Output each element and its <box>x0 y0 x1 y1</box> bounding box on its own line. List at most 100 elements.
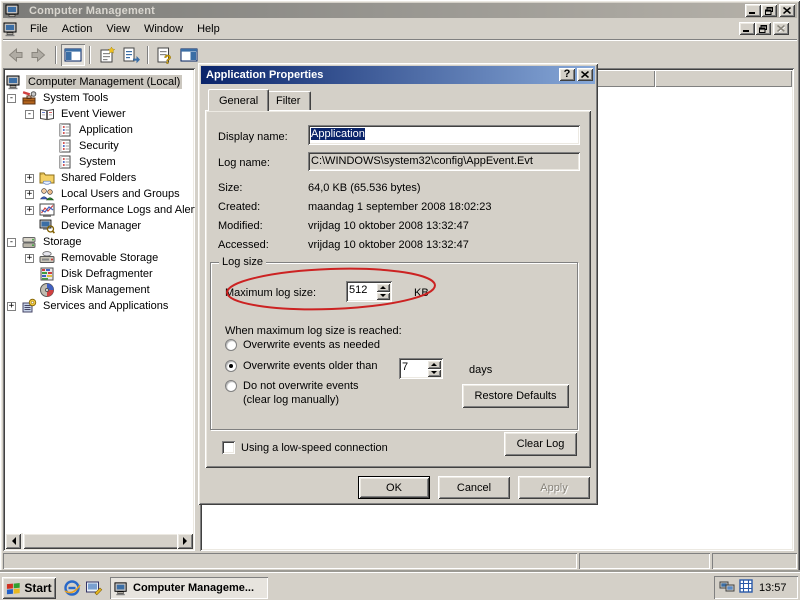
tree-item-label: Disk Management <box>59 283 152 297</box>
expand-icon[interactable]: + <box>7 302 16 311</box>
display-name-input[interactable]: Application <box>308 125 580 145</box>
radio-selected-icon[interactable] <box>225 360 237 372</box>
menu-item-action[interactable]: Action <box>55 21 100 37</box>
tree-item-security[interactable]: Security <box>3 138 195 154</box>
radio-icon[interactable] <box>225 380 237 392</box>
tree-item-label: System Tools <box>41 91 110 105</box>
tree-item-label: Disk Defragmenter <box>59 267 155 281</box>
collapse-icon[interactable]: - <box>7 238 16 247</box>
menu-item-window[interactable]: Window <box>137 21 190 37</box>
spin-down-button[interactable] <box>376 292 390 301</box>
radio-overwrite-events-older-than[interactable]: Overwrite events older than <box>225 360 378 372</box>
child-restore-button[interactable] <box>755 22 771 35</box>
help-button[interactable]: ? <box>559 68 575 81</box>
tree-item-disk-defragmenter[interactable]: Disk Defragmenter <box>3 266 195 282</box>
taskbar-task-computer-management[interactable]: Computer Manageme... <box>110 577 268 599</box>
low-speed-checkbox-row[interactable]: Using a low-speed connection <box>222 441 388 454</box>
storage-icon <box>21 234 37 250</box>
tab-filter-label: Filter <box>276 95 300 107</box>
tree-item-removable-storage[interactable]: +Removable Storage <box>3 250 195 266</box>
tree-item-disk-management[interactable]: Disk Management <box>3 282 195 298</box>
start-button[interactable]: Start <box>2 577 56 599</box>
tree-item-label: Performance Logs and Alerts <box>59 203 195 217</box>
retention-days-spinner[interactable]: 7 <box>399 358 443 379</box>
scroll-right-button[interactable] <box>177 533 193 549</box>
clock[interactable]: 13:57 <box>759 582 787 594</box>
tree-item-application[interactable]: Application <box>3 122 195 138</box>
tree-item-label: Services and Applications <box>41 299 170 313</box>
disk-defragmenter-icon <box>39 266 55 282</box>
restore-defaults-label: Restore Defaults <box>475 390 557 402</box>
menu-item-help[interactable]: Help <box>190 21 227 37</box>
device-manager-icon <box>39 218 55 234</box>
console-tree: Computer Management (Local)-System Tools… <box>3 74 195 314</box>
export-list-icon[interactable] <box>119 44 143 66</box>
tree-item-storage[interactable]: - Storage <box>3 234 195 250</box>
clear-log-button[interactable]: Clear Log <box>504 432 577 456</box>
close-button[interactable] <box>779 4 795 17</box>
ok-button[interactable]: OK <box>358 476 430 499</box>
expand-icon[interactable]: + <box>25 254 34 263</box>
console-tree-pane[interactable]: Computer Management (Local)-System Tools… <box>3 68 195 551</box>
collapse-icon[interactable]: - <box>7 94 16 103</box>
tree-item-label: Storage <box>41 235 84 249</box>
menu-item-view[interactable]: View <box>99 21 137 37</box>
tree-item-system-tools[interactable]: - System Tools <box>3 90 195 106</box>
modified-label: Modified: <box>218 220 263 232</box>
scroll-left-button[interactable] <box>5 533 21 549</box>
tray-app-icon[interactable] <box>738 578 754 597</box>
maximum-log-size-spinner[interactable]: 512 <box>346 281 392 302</box>
dialog-close-button[interactable] <box>577 68 593 81</box>
svg-text:?: ? <box>164 52 171 65</box>
tree-item-event-viewer[interactable]: -Event Viewer <box>3 106 195 122</box>
dialog-titlebar[interactable]: Application Properties ? <box>201 66 595 84</box>
tree-item-computer-management-local[interactable]: Computer Management (Local) <box>3 74 195 90</box>
tree-item-label: Shared Folders <box>59 171 138 185</box>
event-viewer-icon <box>39 106 55 122</box>
low-speed-checkbox[interactable] <box>222 441 235 454</box>
accessed-label: Accessed: <box>218 239 269 251</box>
internet-explorer-icon[interactable] <box>63 579 81 597</box>
maximum-log-size-value: 512 <box>349 284 367 297</box>
radio-icon[interactable] <box>225 339 237 351</box>
expand-icon[interactable]: + <box>25 190 34 199</box>
clear-log-label: Clear Log <box>517 438 565 450</box>
show-desktop-icon[interactable] <box>85 579 103 597</box>
spin-up-button[interactable] <box>376 283 390 292</box>
spin-down-button[interactable] <box>427 369 441 378</box>
collapse-icon[interactable]: - <box>25 110 34 119</box>
column-header-2[interactable] <box>655 70 792 87</box>
properties-icon[interactable] <box>95 44 119 66</box>
tree-item-local-users-and-groups[interactable]: +Local Users and Groups <box>3 186 195 202</box>
child-minimize-button[interactable] <box>739 22 755 35</box>
tab-filter[interactable]: Filter <box>265 91 311 110</box>
network-tray-icon[interactable] <box>719 578 735 597</box>
console-window-icon[interactable] <box>3 21 19 37</box>
tree-item-shared-folders[interactable]: + Shared Folders <box>3 170 195 186</box>
log-name-label: Log name: <box>218 157 270 169</box>
scrollbar-thumb[interactable] <box>23 533 179 549</box>
display-name-value: Application <box>311 128 365 140</box>
tree-item-device-manager[interactable]: Device Manager <box>3 218 195 234</box>
computer-icon <box>114 581 129 596</box>
spin-up-button[interactable] <box>427 360 441 369</box>
tree-item-system[interactable]: System <box>3 154 195 170</box>
restore-defaults-button[interactable]: Restore Defaults <box>462 384 569 408</box>
tree-item-performance-logs-and-alerts[interactable]: + Performance Logs and Alerts <box>3 202 195 218</box>
main-titlebar[interactable]: Computer Management <box>3 3 797 18</box>
menu-item-file[interactable]: File <box>23 21 55 37</box>
restore-button[interactable] <box>761 4 777 17</box>
toolbar-separator <box>55 46 57 64</box>
tree-item-services-and-applications[interactable]: + Services and Applications <box>3 298 195 314</box>
help-doc-icon[interactable]: ? <box>153 44 177 66</box>
expand-icon[interactable]: + <box>25 206 34 215</box>
tab-general[interactable]: General <box>208 89 269 111</box>
radio-do-not-overwrite-events[interactable]: Do not overwrite events <box>225 380 359 392</box>
kb-unit-label: KB <box>414 287 429 299</box>
minimize-button[interactable] <box>745 4 761 17</box>
expand-icon[interactable]: + <box>25 174 34 183</box>
radio-overwrite-events-as-needed[interactable]: Overwrite events as needed <box>225 339 380 351</box>
cancel-button[interactable]: Cancel <box>438 476 510 499</box>
tree-horizontal-scrollbar[interactable] <box>5 533 193 549</box>
show-console-tree-icon[interactable] <box>61 44 85 66</box>
